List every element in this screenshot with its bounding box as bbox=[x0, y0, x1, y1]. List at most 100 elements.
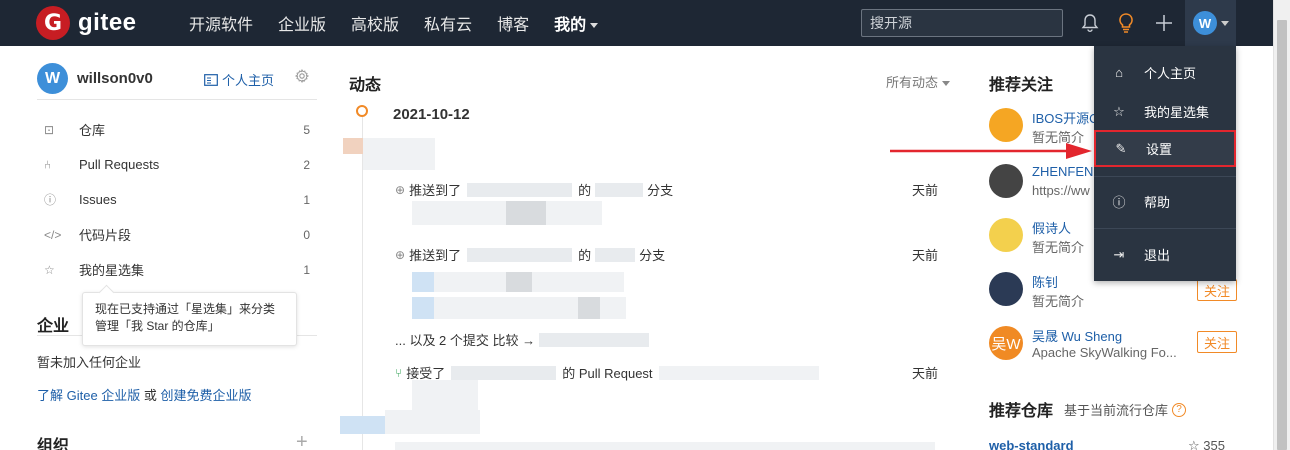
pull-request-icon: ⑃ bbox=[44, 157, 52, 172]
username[interactable]: willson0v0 bbox=[77, 70, 153, 87]
nav-education[interactable]: 高校版 bbox=[351, 11, 399, 35]
profile-home-link[interactable]: 个人主页 bbox=[204, 70, 274, 89]
recommended-user-name[interactable]: 假诗人 bbox=[1032, 218, 1071, 237]
user-dropdown-menu: ⌂ 个人主页 ☆ 我的星选集 ✎ 设置 ⓘ 帮助 ⇥ 退出 bbox=[1094, 46, 1236, 281]
blurred-avatar bbox=[343, 138, 363, 154]
more-commits-text: ... 以及 2 个提交 比较 → bbox=[395, 333, 536, 348]
feed-title: 动态 bbox=[349, 77, 382, 94]
avatar[interactable]: W bbox=[37, 63, 68, 94]
gitee-logo-text: gitee bbox=[78, 9, 137, 36]
add-org-plus-icon[interactable]: + bbox=[296, 432, 308, 450]
blurred-commit bbox=[578, 297, 600, 319]
gear-icon[interactable] bbox=[294, 68, 310, 86]
blurred-commit-avatar bbox=[412, 272, 434, 292]
dropdown-item-label: 帮助 bbox=[1144, 195, 1171, 210]
blurred-branch-link[interactable] bbox=[595, 247, 636, 262]
event-suffix: 分支 bbox=[647, 183, 674, 198]
tooltip-line: 现在已支持通过「星选集」来分类 bbox=[95, 302, 276, 316]
sidebar-item-star-collections[interactable]: ☆ 我的星选集 1 bbox=[37, 252, 310, 287]
blurred-repo-link[interactable] bbox=[451, 365, 557, 380]
timeline-dot bbox=[356, 105, 368, 117]
avatar[interactable]: 吴W bbox=[989, 326, 1023, 360]
merge-icon: ⑂ bbox=[395, 365, 403, 380]
gitee-logo[interactable]: G gitee bbox=[36, 6, 137, 40]
avatar[interactable] bbox=[989, 108, 1023, 142]
event-prefix: 推送到了 bbox=[409, 183, 462, 198]
event-time: 天前 bbox=[912, 183, 939, 198]
nav-blog[interactable]: 博客 bbox=[497, 11, 529, 35]
more-commits-line: ... 以及 2 个提交 比较 → bbox=[395, 330, 650, 349]
nav-private-cloud[interactable]: 私有云 bbox=[424, 11, 472, 35]
id-card-icon bbox=[204, 73, 218, 86]
dropdown-item-profile[interactable]: ⌂ 个人主页 bbox=[1094, 54, 1236, 91]
avatar[interactable] bbox=[989, 164, 1023, 198]
issue-icon: ⓘ bbox=[44, 193, 57, 207]
plus-icon[interactable] bbox=[1153, 12, 1175, 34]
blurred-compare-link[interactable] bbox=[539, 332, 650, 347]
recommended-repo-link[interactable]: web-standard bbox=[989, 438, 1074, 450]
avatar[interactable] bbox=[989, 272, 1023, 306]
sidebar-item-issues[interactable]: ⓘ Issues 1 bbox=[37, 182, 310, 217]
create-enterprise-link[interactable]: 创建免费企业版 bbox=[161, 388, 252, 403]
dropdown-item-star-collections[interactable]: ☆ 我的星选集 bbox=[1094, 93, 1236, 130]
follow-button[interactable]: 关注 bbox=[1197, 279, 1237, 301]
nav-mine[interactable]: 我的 bbox=[554, 11, 599, 35]
sidebar-item-count: 2 bbox=[303, 157, 310, 172]
blurred-commit-avatar bbox=[412, 297, 434, 319]
bell-icon[interactable] bbox=[1079, 12, 1101, 34]
star-collection-tooltip: 现在已支持通过「星选集」来分类 管理「我 Star 的仓库」 bbox=[82, 292, 297, 346]
profile-home-label: 个人主页 bbox=[222, 73, 275, 88]
left-sidebar: W willson0v0 个人主页 ⊡ 仓库 5 ⑃ Pull Requests… bbox=[0, 46, 330, 450]
help-icon[interactable]: ? bbox=[1172, 402, 1187, 417]
blurred-repo-link[interactable] bbox=[467, 182, 573, 197]
recommended-user-name[interactable]: IBOS开源O bbox=[1032, 108, 1099, 127]
gitee-logo-icon: G bbox=[36, 6, 70, 40]
blurred-repo-link[interactable] bbox=[467, 247, 573, 262]
divider bbox=[37, 99, 317, 100]
blurred-branch-link[interactable] bbox=[595, 182, 644, 197]
blurred-commit bbox=[506, 272, 532, 292]
learn-enterprise-link[interactable]: 了解 Gitee 企业版 bbox=[37, 388, 140, 403]
main-nav: 开源软件 企业版 高校版 私有云 博客 我的 bbox=[189, 0, 623, 46]
chevron-down-icon bbox=[942, 81, 951, 87]
sidebar-item-repos[interactable]: ⊡ 仓库 5 bbox=[37, 112, 310, 147]
user-avatar-small[interactable]: W bbox=[1193, 11, 1217, 35]
blurred-content bbox=[385, 410, 480, 434]
recommend-repo-title: 推荐仓库 bbox=[989, 403, 1054, 420]
recommended-user-desc: Apache SkyWalking Fo... bbox=[1032, 345, 1177, 360]
sidebar-item-label: Issues bbox=[79, 192, 117, 207]
blurred-commit bbox=[506, 201, 546, 225]
dropdown-item-settings[interactable]: ✎ 设置 bbox=[1094, 130, 1236, 167]
recommend-repo-subtitle: 基于当前流行仓库 ? bbox=[1064, 400, 1187, 419]
feed-filter-dropdown[interactable]: 所有动态 bbox=[886, 72, 951, 91]
top-navbar: G gitee 开源软件 企业版 高校版 私有云 博客 我的 W bbox=[0, 0, 1273, 46]
recommended-user-desc: https://ww bbox=[1032, 183, 1090, 198]
nav-enterprise[interactable]: 企业版 bbox=[278, 11, 326, 35]
dropdown-item-help[interactable]: ⓘ 帮助 bbox=[1094, 183, 1236, 220]
follow-button[interactable]: 关注 bbox=[1197, 331, 1237, 353]
feed-event: ⊕ 推送到了 的 分支 bbox=[395, 245, 665, 264]
sidebar-item-pull-requests[interactable]: ⑃ Pull Requests 2 bbox=[37, 147, 310, 182]
dropdown-divider bbox=[1094, 228, 1236, 229]
repo-star-count[interactable]: ☆ 355 bbox=[1188, 438, 1225, 450]
blurred-pr-title[interactable] bbox=[658, 365, 819, 380]
recommended-user-name[interactable]: ZHENFENG bbox=[1032, 164, 1104, 179]
lightbulb-icon[interactable] bbox=[1115, 12, 1137, 34]
star-icon: ☆ bbox=[1188, 438, 1204, 450]
activity-feed: 动态 所有动态 2021-10-12 ⊕ 推送到了 的 分支 天前 ⊕ 推送到了… bbox=[330, 46, 965, 450]
page-scrollbar[interactable] bbox=[1273, 0, 1290, 450]
logout-icon: ⇥ bbox=[1113, 246, 1125, 262]
user-header: W willson0v0 个人主页 bbox=[37, 63, 317, 94]
feed-event: ⊕ 推送到了 的 分支 bbox=[395, 180, 673, 199]
recommended-user-name[interactable]: 陈钊 bbox=[1032, 272, 1058, 291]
nav-open-source[interactable]: 开源软件 bbox=[189, 11, 253, 35]
dropdown-item-logout[interactable]: ⇥ 退出 bbox=[1094, 236, 1236, 273]
search-input[interactable] bbox=[861, 9, 1063, 37]
enterprise-empty-text: 暂未加入任何企业 bbox=[37, 355, 142, 370]
recommended-user-name[interactable]: 吴晟 Wu Sheng bbox=[1032, 326, 1122, 345]
scrollbar-thumb[interactable] bbox=[1277, 20, 1287, 450]
event-mid: 的 bbox=[578, 248, 592, 263]
tooltip-line: 管理「我 Star 的仓库」 bbox=[95, 319, 220, 333]
sidebar-item-snippets[interactable]: </> 代码片段 0 bbox=[37, 217, 310, 252]
avatar[interactable] bbox=[989, 218, 1023, 252]
